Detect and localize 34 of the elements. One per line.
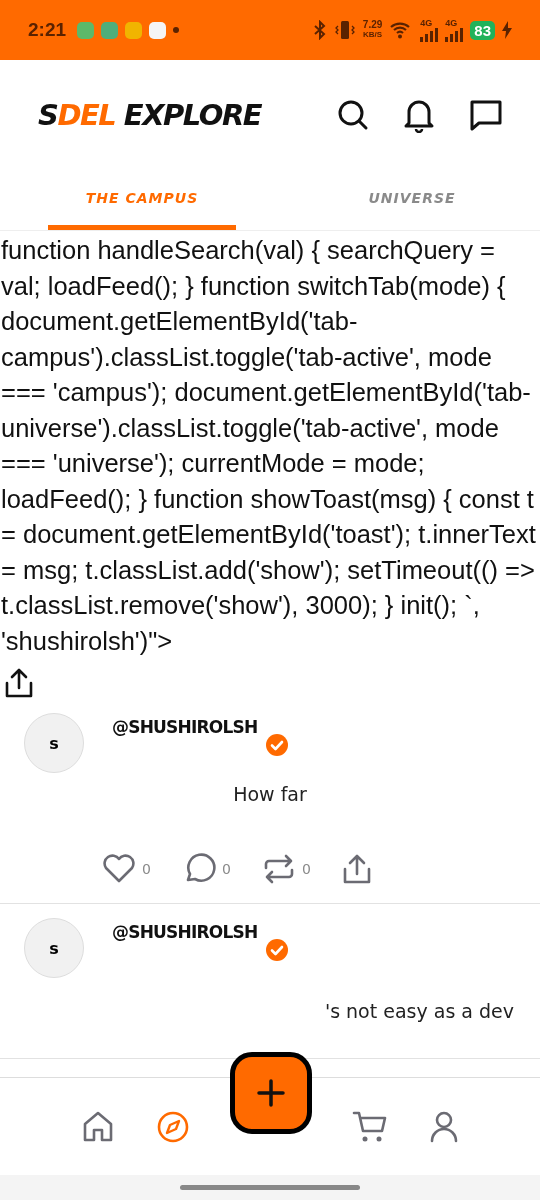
network-type: 4G <box>445 18 458 28</box>
charging-icon <box>502 21 512 39</box>
speed-unit: KB/S <box>363 30 383 40</box>
compass-icon[interactable] <box>155 1109 190 1144</box>
app-icon <box>149 21 167 39</box>
username[interactable]: @SHUSHIROLSH <box>112 717 258 737</box>
network-type: 4G <box>420 18 433 28</box>
code-text: function handleSearch(val) { searchQuery = val; loadFeed(); } function switchTab(mode) { document.getElementById('tab-campus').classList.toggle('tab-active', mode === 'campus'); document.getElementById('tab-universe').classList.toggle('tab-active', mode === 'universe'); currentMode = mode; loadFeed(); } function showToast(msg) { const t = document.getElementById('toast'); t.innerText = msg; t.classList.add('show'); setTimeout(() => t.classList.remove('show'), 3000); } init(); `, 'shushirolsh')"> <box>0 235 537 657</box>
logo: SDEL EXPLORE <box>38 98 262 132</box>
search-icon[interactable] <box>336 98 370 132</box>
repost-icon[interactable] <box>262 853 296 885</box>
avatar[interactable]: s <box>24 918 84 978</box>
comment-count: 0 <box>222 861 232 877</box>
bluetooth-icon <box>312 20 327 40</box>
cart-icon[interactable] <box>352 1109 389 1144</box>
signal-icon <box>420 27 439 42</box>
plus-icon <box>256 1078 286 1108</box>
signal-icon <box>445 27 464 42</box>
profile-icon[interactable] <box>429 1109 460 1144</box>
vibrate-icon <box>333 19 356 41</box>
clock: 2:21 <box>28 19 67 41</box>
like-count: 0 <box>142 861 152 877</box>
add-button[interactable] <box>230 1052 312 1134</box>
repost-count: 0 <box>302 861 312 877</box>
post-text: 's not easy as a dev <box>323 999 515 1024</box>
share-icon[interactable] <box>4 667 34 699</box>
message-icon[interactable] <box>468 98 504 132</box>
notification-dot-icon <box>173 27 180 33</box>
username[interactable]: @SHUSHIROLSH <box>112 922 258 942</box>
post-text: How far <box>232 782 308 807</box>
heart-icon[interactable] <box>102 854 136 884</box>
avatar[interactable]: s <box>24 713 84 773</box>
speed-value: 7.29 <box>362 20 383 30</box>
battery-badge: 83 <box>470 20 495 40</box>
